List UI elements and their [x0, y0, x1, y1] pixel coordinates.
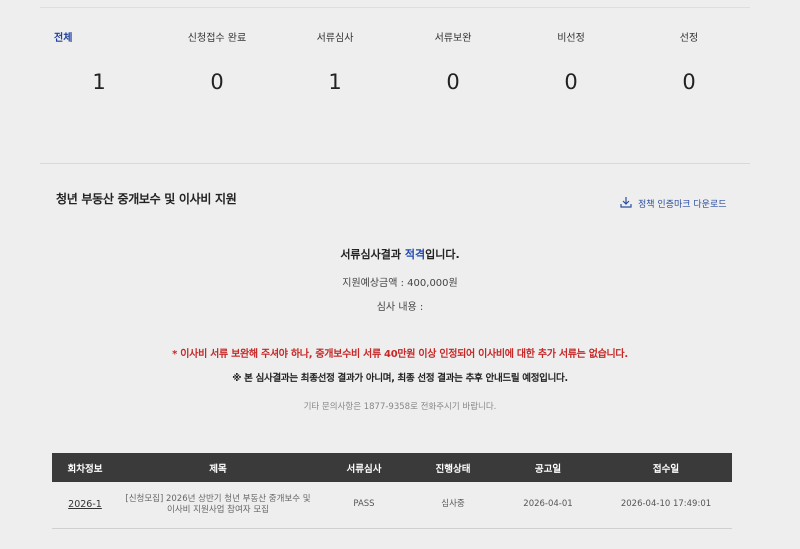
- stat-label: 서류보완: [434, 33, 472, 44]
- table-header-row: 회차정보 제목 서류심사 진행상태 공고일 접수일: [52, 453, 732, 482]
- result-suffix: 입니다.: [425, 248, 460, 261]
- final-selection-notice: ※ 본 심사결과는 최종선정 결과가 아니며, 최종 선정 결과는 추후 안내드…: [232, 373, 568, 384]
- expected-amount: 지원예상금액 : 400,000원: [342, 278, 458, 289]
- stat-document-review[interactable]: 서류심사 1: [276, 30, 394, 94]
- stat-label: 서류심사: [316, 33, 354, 44]
- table-row: 2026-1 [신청모집] 2026년 상반기 청년 부동산 중개보수 및 이사…: [52, 482, 732, 529]
- row-doc-review: PASS: [318, 482, 410, 529]
- header-round: 회차정보: [67, 463, 103, 475]
- round-link[interactable]: 2026-1: [52, 482, 118, 529]
- stat-count: 0: [446, 70, 460, 94]
- status-summary: 전체 1 신청접수 완료 0 서류심사 1 서류보완 0 비선정 0 선정 0: [40, 30, 760, 110]
- download-certification-mark-link[interactable]: 정책 인증마크 다운로드: [620, 196, 727, 211]
- download-label: 정책 인증마크 다운로드: [638, 200, 727, 210]
- stat-count: 1: [328, 70, 342, 94]
- stat-selected[interactable]: 선정 0: [630, 30, 748, 94]
- stat-label: 선정: [679, 33, 699, 44]
- header-doc-review: 서류심사: [346, 463, 382, 475]
- stat-label: 전체: [54, 33, 73, 44]
- header-status: 진행상태: [435, 463, 471, 475]
- stat-count: 0: [682, 70, 696, 94]
- header-title: 제목: [209, 463, 227, 475]
- stat-not-selected[interactable]: 비선정 0: [512, 30, 630, 94]
- review-content: 심사 내용 :: [376, 302, 424, 313]
- stat-count: 1: [92, 70, 106, 94]
- row-title: [신청모집] 2026년 상반기 청년 부동산 중개보수 및 이사비 지원사업 …: [118, 482, 318, 529]
- application-table: 회차정보 제목 서류심사 진행상태 공고일 접수일 2026-1 [신청모집] …: [52, 453, 732, 529]
- stat-count: 0: [210, 70, 224, 94]
- row-announce-date: 2026-04-01: [496, 482, 600, 529]
- header-receipt-date: 접수일: [652, 463, 680, 475]
- result-prefix: 서류심사결과: [340, 248, 405, 261]
- download-icon: [620, 196, 632, 211]
- stat-label: 비선정: [557, 33, 585, 44]
- stat-all[interactable]: 전체 1: [40, 30, 158, 94]
- red-notice: * 이사비 서류 보완해 주셔야 하나, 중개보수비 서류 40만원 이상 인정…: [172, 349, 628, 360]
- stat-count: 0: [564, 70, 578, 94]
- section-divider: [40, 163, 750, 164]
- review-result-line: 서류심사결과 적격입니다.: [0, 246, 800, 262]
- section-title: 청년 부동산 중개보수 및 이사비 지원: [56, 192, 237, 206]
- row-receipt-date: 2026-04-10 17:49:01: [600, 482, 732, 529]
- top-divider: [40, 0, 750, 8]
- stat-label: 신청접수 완료: [187, 33, 247, 44]
- stat-application-complete[interactable]: 신청접수 완료 0: [158, 30, 276, 94]
- result-highlight: 적격: [404, 248, 426, 261]
- row-status: 심사중: [410, 482, 496, 529]
- contact-info: 기타 문의사항은 1877-9358로 전화주시기 바랍니다.: [303, 402, 497, 412]
- stat-document-supplement[interactable]: 서류보완 0: [394, 30, 512, 94]
- header-announce-date: 공고일: [534, 463, 562, 475]
